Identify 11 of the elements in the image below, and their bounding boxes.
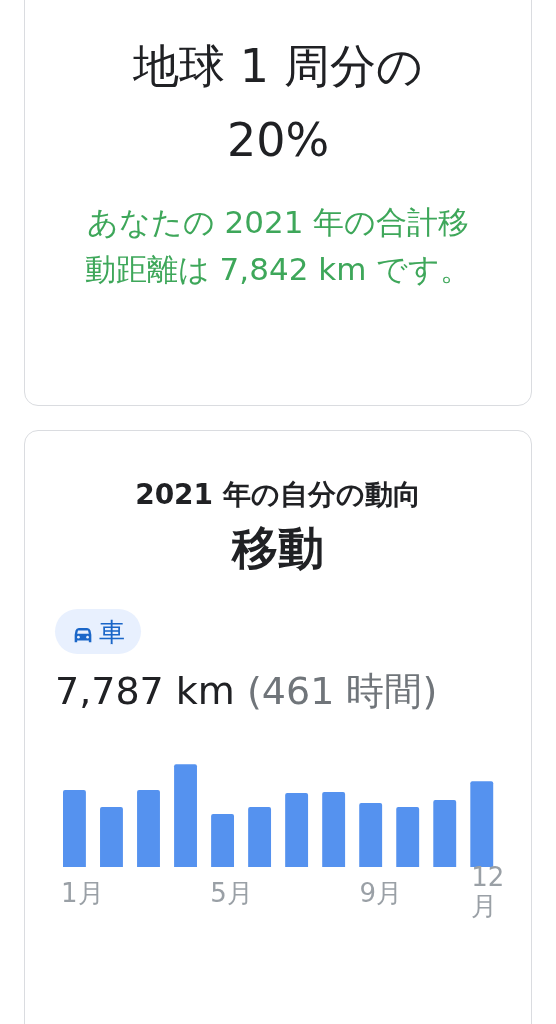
month-label: 9月 — [359, 877, 397, 910]
car-chip[interactable]: 車 — [55, 609, 141, 654]
duration-value: (461 時間) — [247, 669, 438, 713]
month-label: 12月 — [471, 863, 506, 921]
card-title: 移動 — [230, 520, 325, 577]
distance-summary: あなたの 2021 年の合計移動距離は 7,842 km です。 — [83, 203, 473, 289]
month-label: 5月 — [210, 877, 248, 910]
distance-value: 7,787 km — [55, 669, 235, 713]
month-label: 1月 — [61, 877, 99, 910]
headline: 地球 1 周分の 20% — [132, 38, 424, 169]
card-subtitle: 2021 年の自分の動向 — [134, 477, 422, 513]
